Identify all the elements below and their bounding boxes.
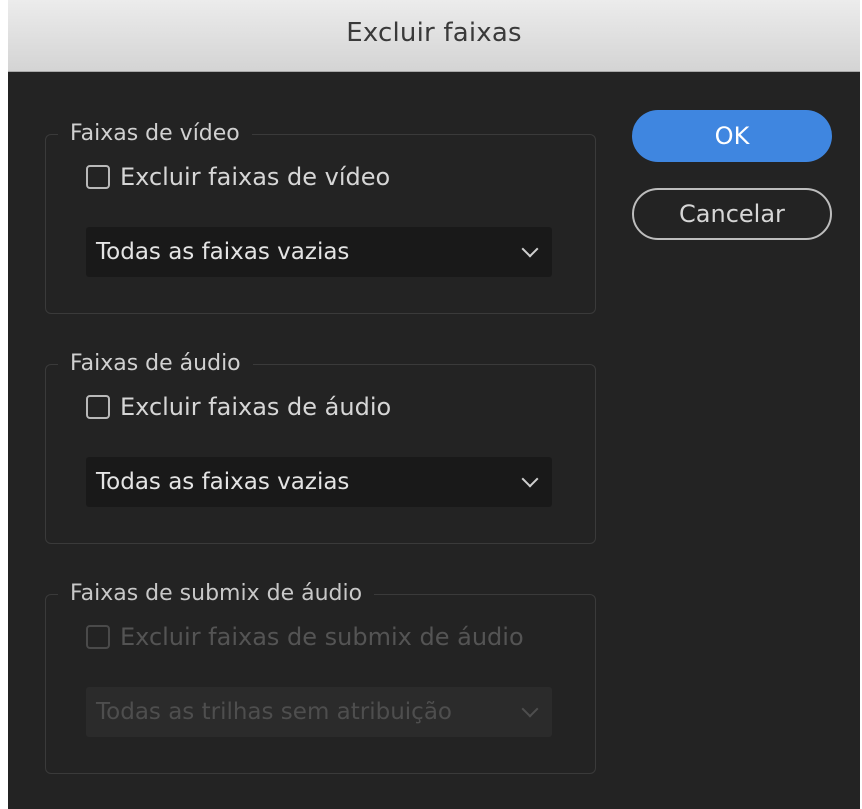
audio-submix-tracks-select: Todas as trilhas sem atribuição: [86, 687, 552, 737]
title-bar[interactable]: Excluir faixas: [8, 0, 860, 72]
audio-submix-tracks-group: Faixas de submix de áudio Excluir faixas…: [45, 576, 596, 774]
audio-tracks-legend: Faixas de áudio: [58, 346, 253, 382]
delete-video-tracks-checkbox[interactable]: [86, 165, 110, 189]
cancel-button[interactable]: Cancelar: [632, 188, 832, 240]
delete-video-tracks-option[interactable]: Excluir faixas de vídeo: [86, 159, 390, 195]
chevron-down-icon: [521, 240, 539, 258]
audio-tracks-group: Faixas de áudio Excluir faixas de áudio …: [45, 346, 596, 544]
chevron-down-icon: [521, 700, 539, 718]
delete-audio-tracks-option[interactable]: Excluir faixas de áudio: [86, 389, 391, 425]
delete-audio-tracks-checkbox[interactable]: [86, 395, 110, 419]
video-tracks-select-value: Todas as faixas vazias: [96, 239, 350, 265]
video-tracks-legend: Faixas de vídeo: [58, 116, 252, 152]
delete-tracks-dialog: Excluir faixas Faixas de vídeo Excluir f…: [8, 0, 860, 809]
dialog-title: Excluir faixas: [346, 18, 522, 48]
delete-audio-tracks-label[interactable]: Excluir faixas de áudio: [120, 393, 391, 421]
delete-audio-submix-tracks-option: Excluir faixas de submix de áudio: [86, 619, 524, 655]
chevron-down-icon: [521, 470, 539, 488]
audio-submix-tracks-legend: Faixas de submix de áudio: [58, 576, 375, 612]
delete-audio-submix-tracks-checkbox: [86, 625, 110, 649]
video-tracks-select[interactable]: Todas as faixas vazias: [86, 227, 552, 277]
audio-tracks-select[interactable]: Todas as faixas vazias: [86, 457, 552, 507]
delete-video-tracks-label[interactable]: Excluir faixas de vídeo: [120, 163, 390, 191]
audio-submix-tracks-select-value: Todas as trilhas sem atribuição: [96, 699, 452, 725]
delete-audio-submix-tracks-label: Excluir faixas de submix de áudio: [120, 623, 524, 651]
ok-button[interactable]: OK: [632, 110, 832, 162]
video-tracks-group: Faixas de vídeo Excluir faixas de vídeo …: [45, 116, 596, 314]
audio-tracks-select-value: Todas as faixas vazias: [96, 469, 350, 495]
